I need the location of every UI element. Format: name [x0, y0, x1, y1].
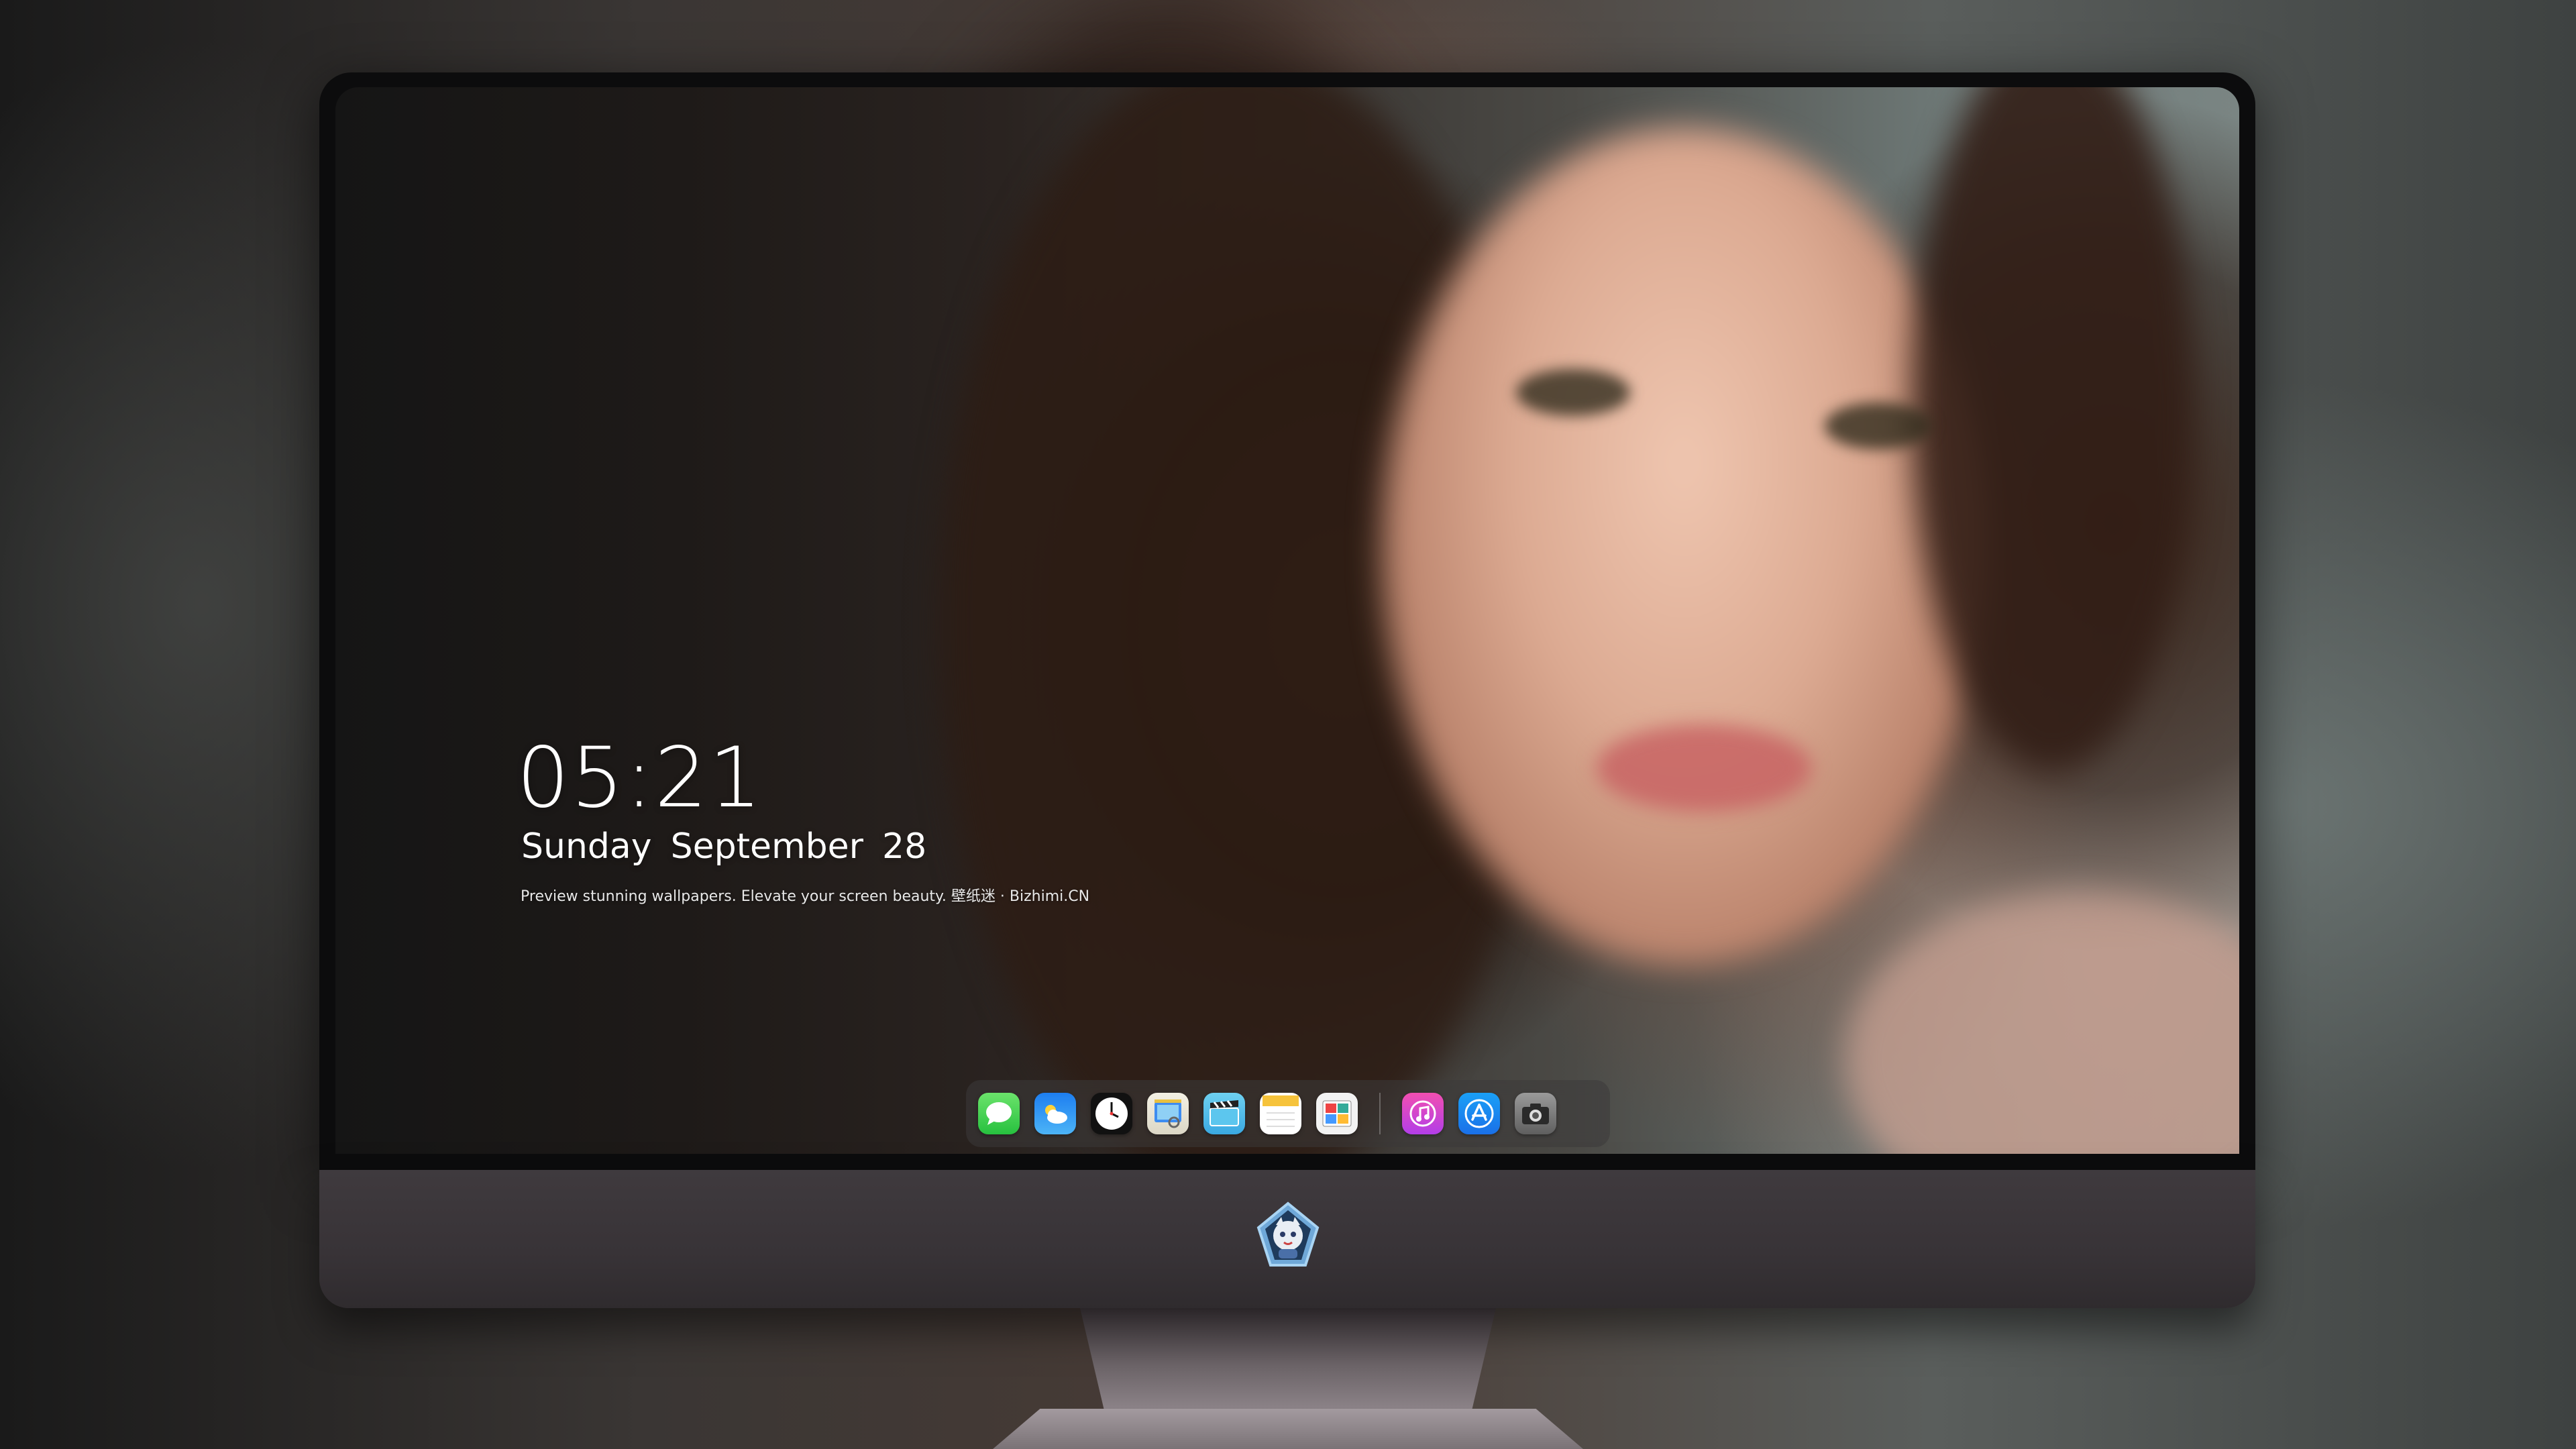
messages-icon[interactable] — [978, 1093, 1020, 1134]
music-icon[interactable] — [1402, 1093, 1444, 1134]
notes-icon[interactable] — [1260, 1093, 1301, 1134]
dock — [966, 1080, 1610, 1147]
app-store-icon[interactable] — [1458, 1093, 1500, 1134]
dock-separator — [1379, 1093, 1381, 1134]
lock-date-day: 28 — [882, 826, 927, 867]
desktop-screen: 05:21 Sunday September 28 Preview stunning… — [335, 87, 2239, 1154]
camera-icon[interactable] — [1515, 1093, 1556, 1134]
preview-icon[interactable] — [1147, 1093, 1189, 1134]
background-scene: 05:21 Sunday September 28 Preview stunning… — [0, 0, 2576, 1449]
monitor-stand-base — [993, 1409, 1583, 1449]
mascot-logo-icon — [1253, 1201, 1323, 1271]
lock-date-weekday: Sunday — [521, 826, 652, 867]
clock-icon[interactable] — [1091, 1093, 1132, 1134]
lock-date-month: September — [670, 826, 863, 867]
weather-icon[interactable] — [1034, 1093, 1076, 1134]
wallpaper-tagline: Preview stunning wallpapers. Elevate you… — [521, 888, 1090, 905]
wallpaper-eye-left — [1516, 369, 1630, 416]
wallpaper-lips — [1597, 724, 1811, 812]
wallpaper-face — [1382, 127, 1986, 966]
wallpaper-shoulder — [1845, 892, 2239, 1154]
lock-clock-time: 05:21 — [517, 730, 763, 826]
clips-icon[interactable] — [1203, 1093, 1245, 1134]
photo-booth-icon[interactable] — [1316, 1093, 1358, 1134]
lock-date: Sunday September 28 — [521, 826, 945, 867]
wallpaper-eye-right — [1825, 402, 1932, 449]
